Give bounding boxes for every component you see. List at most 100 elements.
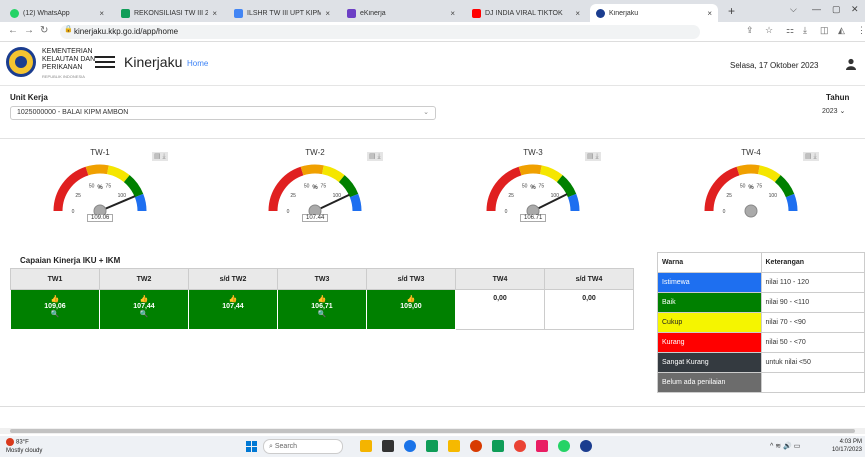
legend-table: Warna Keterangan Istimewa nilai 110 - 12… [657, 252, 865, 393]
gauge-band [567, 193, 580, 212]
gauge-band [134, 193, 147, 212]
sheets-icon [121, 8, 130, 18]
tab-rekonsiliasi[interactable]: REKONSILIASI TW III 2023 × [115, 4, 223, 22]
cell-value: 109,00 [400, 303, 422, 310]
tab-label: ILSHR TW III UPT KIPM - [247, 9, 322, 17]
share-icon[interactable]: ⇪ [746, 25, 754, 36]
thumbs-up-icon: 👍 [406, 296, 416, 303]
tab-label: DJ INDIA VIRAL TIKTOK [485, 9, 563, 17]
menu-icon[interactable]: ⋮ [857, 25, 865, 36]
new-tab-button[interactable]: + [728, 4, 735, 18]
gauge-tools-icon[interactable]: ▤ ⤓ [367, 152, 383, 161]
system-tray[interactable]: ^ ≋ 🔊 ▭ [770, 442, 800, 450]
column-header: Warna [657, 252, 762, 273]
extensions-icon[interactable]: ⚏ [786, 25, 794, 36]
widgets-app-icon[interactable] [360, 440, 372, 452]
close-icon[interactable]: × [212, 9, 217, 18]
file-explorer-icon[interactable] [448, 440, 460, 452]
download-icon[interactable]: ⤓ [803, 25, 807, 36]
lock-icon[interactable]: 🔒 [64, 25, 73, 33]
kinerjaku-icon [596, 8, 605, 18]
tahun-select[interactable]: 2023 ⌄ [822, 105, 860, 119]
whatsapp-app-icon[interactable] [558, 440, 570, 452]
close-icon[interactable]: × [575, 9, 580, 18]
performance-table-wrap: TW1 TW2 s/d TW2 TW3 s/d TW3 TW4 s/d TW4 … [10, 268, 634, 336]
search-icon[interactable]: 🔍 [11, 310, 99, 318]
unit-kerja-value: 1025000000 - BALAI KIPM AMBON [17, 109, 129, 116]
edge-icon[interactable] [404, 440, 416, 452]
taskbar-search[interactable]: ⌕ Search [263, 439, 343, 454]
app-brand[interactable]: Kinerjaku [124, 54, 182, 70]
close-window-icon[interactable]: ✕ [851, 4, 859, 15]
chevron-down-icon[interactable]: ⌵ [790, 4, 797, 15]
search-label: Search [274, 443, 298, 450]
tab-youtube[interactable]: DJ INDIA VIRAL TIKTOK × [466, 4, 586, 22]
reload-icon[interactable]: ↻ [40, 25, 48, 36]
browser-tab-bar: (12) WhatsApp × REKONSILIASI TW III 2023… [0, 0, 865, 22]
hamburger-menu-icon[interactable] [95, 56, 115, 69]
gauge-tools-icon[interactable]: ▤ ⤓ [585, 152, 601, 161]
gauge-band [556, 175, 577, 198]
tab-kinerjaku[interactable]: Kinerjaku × [590, 4, 718, 22]
table-cell: 👍 106,71 🔍 [277, 289, 367, 330]
thumbs-up-icon: 👍 [228, 296, 238, 303]
gauge-band [123, 175, 144, 198]
legend-panel: Warna Keterangan Istimewa nilai 110 - 12… [657, 252, 865, 393]
store-icon[interactable] [426, 440, 438, 452]
gauge-band [338, 175, 359, 198]
profile-icon[interactable]: ◭ [838, 25, 845, 36]
forward-icon[interactable]: → [24, 25, 34, 36]
back-icon[interactable]: ← [8, 25, 18, 36]
gauge-tick-label: 75 [106, 183, 112, 189]
app-icon[interactable] [536, 440, 548, 452]
windows-start-icon[interactable] [246, 441, 257, 452]
tab-whatsapp[interactable]: (12) WhatsApp × [4, 4, 110, 22]
address-bar: ← → ↻ kinerjaku.kkp.go.id/app/home [0, 22, 865, 42]
legend-desc: nilai 70 - <90 [760, 312, 865, 333]
unit-kerja-select[interactable]: 1025000000 - BALAI KIPM AMBON ⌄ [10, 106, 436, 120]
maximize-icon[interactable]: ▢ [832, 4, 841, 15]
divider [0, 406, 865, 407]
search-icon[interactable]: 🔍 [278, 310, 366, 318]
chrome-icon[interactable] [514, 440, 526, 452]
gauge-band [349, 193, 362, 212]
column-header: TW4 [455, 268, 545, 290]
unit-kerja-label: Unit Kerja [10, 93, 48, 102]
close-icon[interactable]: × [707, 9, 712, 18]
gauge-tick-label: 75 [757, 183, 763, 189]
gauge-tick-label: 25 [290, 193, 296, 199]
cell-value: 0,00 [582, 295, 596, 302]
tab-ekinerja[interactable]: eKinerja × [341, 4, 461, 22]
task-view-icon[interactable] [382, 440, 394, 452]
office-icon[interactable] [470, 440, 482, 452]
legend-color-sangat-kurang: Sangat Kurang [657, 352, 762, 373]
table-cell: 👍 107,44 🔍 [99, 289, 189, 330]
gauge-tools-icon[interactable]: ▤ ⤓ [803, 152, 819, 161]
gauge-tick-label: 50 [304, 183, 310, 189]
gauge-tools-icon[interactable]: ▤ ⤓ [152, 152, 168, 161]
drive-icon [234, 8, 243, 18]
chrome-profile-icon[interactable] [580, 440, 592, 452]
gauge-band [53, 166, 89, 212]
minimize-icon[interactable]: — [812, 4, 821, 14]
weather-widget[interactable]: 83°F Mostly cloudy [6, 438, 42, 455]
gauge-value: 109.06 [87, 214, 114, 222]
close-icon[interactable]: × [99, 9, 104, 18]
gauge-band [268, 166, 304, 212]
column-header: Keterangan [760, 252, 865, 273]
excel-icon[interactable] [492, 440, 504, 452]
clock[interactable]: 4:03 PM 10/17/2023 [822, 438, 862, 454]
gauge-unit: % [530, 185, 536, 191]
close-icon[interactable]: × [450, 9, 455, 18]
scrollbar-thumb[interactable] [10, 429, 855, 433]
url-field[interactable]: kinerjaku.kkp.go.id/app/home [60, 25, 700, 39]
user-icon[interactable] [845, 58, 857, 70]
breadcrumb-home[interactable]: Home [187, 59, 208, 68]
sidepanel-icon[interactable]: ◫ [820, 25, 829, 36]
search-icon[interactable]: 🔍 [100, 310, 188, 318]
close-icon[interactable]: × [325, 9, 330, 18]
gauge-tick-label: 100 [769, 193, 778, 199]
star-icon[interactable]: ☆ [765, 25, 773, 36]
thumbs-up-icon: 👍 [317, 296, 327, 303]
tab-ilshr[interactable]: ILSHR TW III UPT KIPM - × [228, 4, 336, 22]
